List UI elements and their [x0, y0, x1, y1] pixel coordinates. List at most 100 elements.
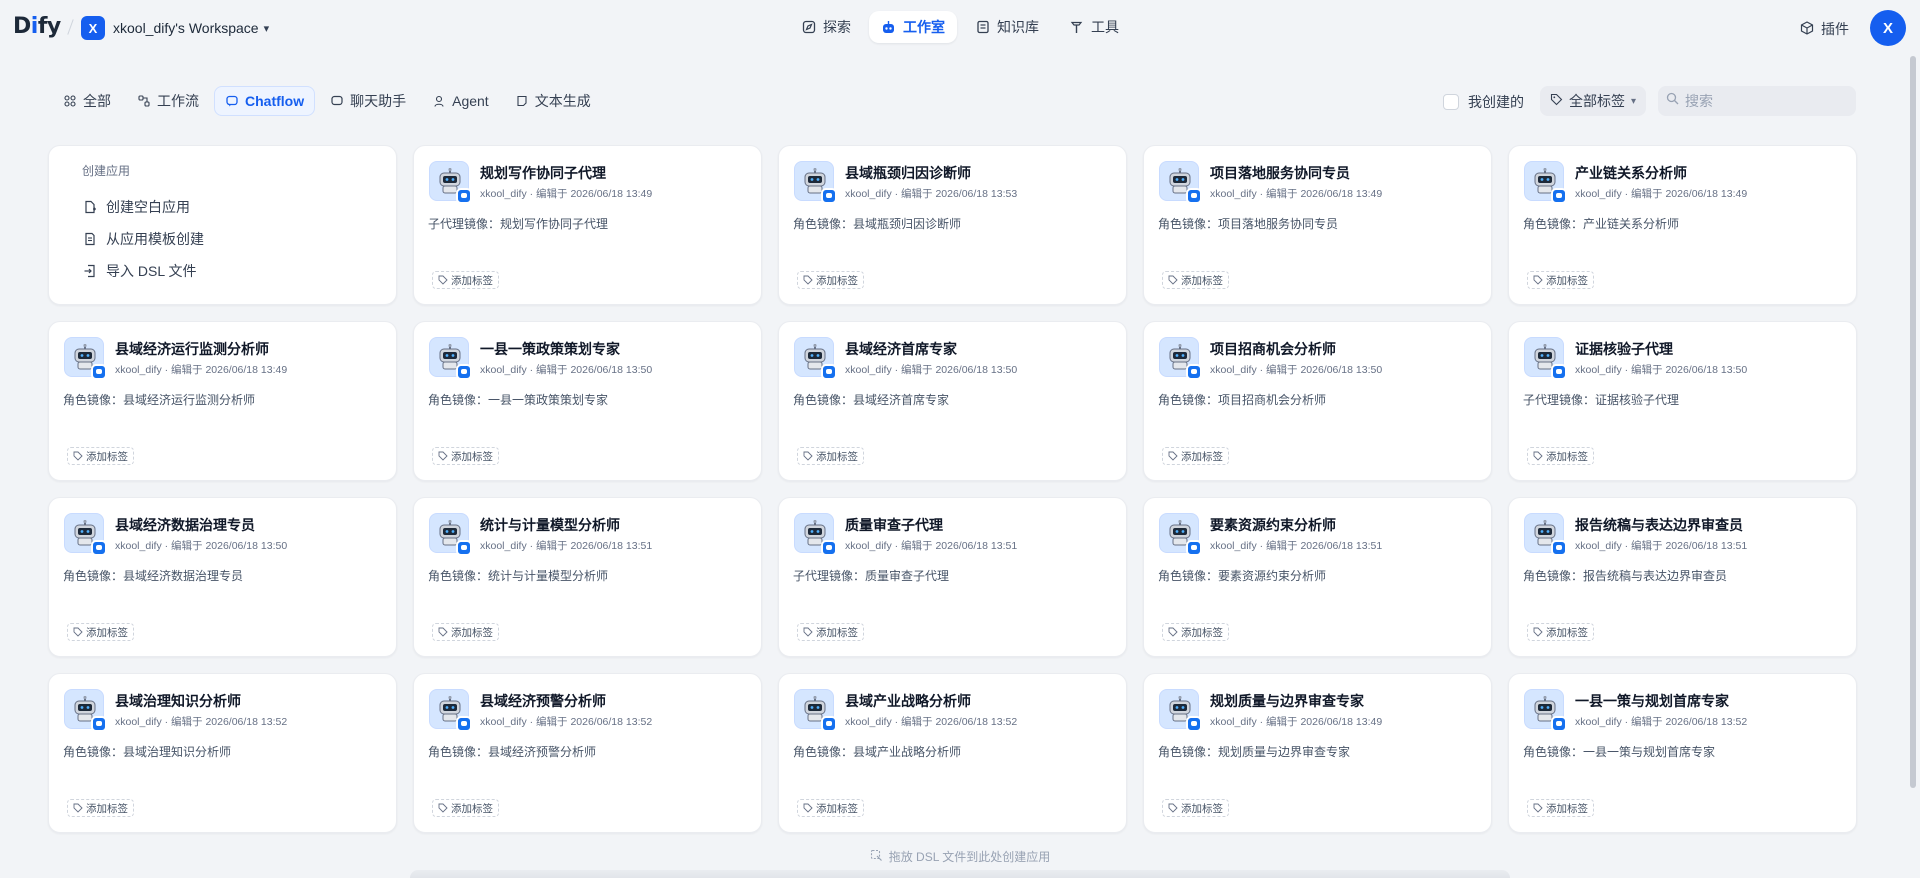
tag-icon	[438, 627, 448, 637]
workspace-switcher[interactable]: X xkool_dify's Workspace ▾	[81, 16, 269, 40]
app-name: 县域瓶颈归因诊断师	[845, 165, 971, 181]
chat-icon	[330, 94, 344, 108]
app-card[interactable]: 县域经济运行监测分析师 xkool_dify · 编辑于 2026/06/18 …	[48, 321, 397, 481]
filter-text-generation[interactable]: 文本生成	[504, 86, 602, 116]
add-tag-button[interactable]: 添加标签	[1527, 271, 1594, 289]
filter-workflow[interactable]: 工作流	[126, 86, 210, 116]
search-box[interactable]	[1658, 86, 1856, 116]
app-card[interactable]: 要素资源约束分析师 xkool_dify · 编辑于 2026/06/18 13…	[1143, 497, 1492, 657]
agent-icon	[432, 94, 446, 108]
app-icon	[794, 337, 837, 380]
tag-icon	[803, 803, 813, 813]
app-card[interactable]: 项目招商机会分析师 xkool_dify · 编辑于 2026/06/18 13…	[1143, 321, 1492, 481]
app-card[interactable]: 质量审查子代理 xkool_dify · 编辑于 2026/06/18 13:5…	[778, 497, 1127, 657]
nav-explore[interactable]: 探索	[789, 11, 863, 43]
create-blank-app-button[interactable]: 创建空白应用	[49, 191, 396, 223]
app-meta: xkool_dify · 编辑于 2026/06/18 13:49	[1575, 188, 1748, 200]
chatflow-badge-icon	[456, 364, 472, 380]
app-description: 角色镜像：县域经济首席专家	[793, 393, 950, 407]
page-scrollbar[interactable]	[1910, 56, 1916, 788]
app-description: 子代理镜像：规划写作协同子代理	[428, 217, 609, 231]
app-card[interactable]: 统计与计量模型分析师 xkool_dify · 编辑于 2026/06/18 1…	[413, 497, 762, 657]
created-by-me-toggle[interactable]: 我创建的	[1443, 92, 1524, 112]
add-tag-label: 添加标签	[451, 274, 493, 287]
add-tag-button[interactable]: 添加标签	[67, 447, 134, 465]
dify-logo[interactable]: Dify	[13, 14, 61, 39]
app-icon	[429, 513, 472, 556]
app-card[interactable]: 产业链关系分析师 xkool_dify · 编辑于 2026/06/18 13:…	[1508, 145, 1857, 305]
filter-label: 文本生成	[534, 93, 591, 109]
app-card[interactable]: 报告统稿与表达边界审查员 xkool_dify · 编辑于 2026/06/18…	[1508, 497, 1857, 657]
user-avatar[interactable]: X	[1870, 10, 1906, 46]
filter-chatflow[interactable]: Chatflow	[214, 86, 316, 116]
app-icon	[1524, 513, 1567, 556]
add-tag-label: 添加标签	[86, 626, 128, 639]
add-tag-button[interactable]: 添加标签	[432, 799, 499, 817]
import-dsl-button[interactable]: 导入 DSL 文件	[49, 255, 396, 287]
add-tag-button[interactable]: 添加标签	[1162, 447, 1229, 465]
nav-label: 工具	[1091, 19, 1119, 35]
filter-chat-assistant[interactable]: 聊天助手	[319, 86, 417, 116]
chatflow-badge-icon	[91, 540, 107, 556]
add-tag-button[interactable]: 添加标签	[67, 623, 134, 641]
add-tag-button[interactable]: 添加标签	[1162, 623, 1229, 641]
app-description: 角色镜像：产业链关系分析师	[1523, 217, 1680, 231]
app-card[interactable]: 县域经济数据治理专员 xkool_dify · 编辑于 2026/06/18 1…	[48, 497, 397, 657]
add-tag-button[interactable]: 添加标签	[67, 799, 134, 817]
nav-tools[interactable]: 工具	[1057, 11, 1131, 43]
app-meta: xkool_dify · 编辑于 2026/06/18 13:49	[115, 364, 288, 376]
add-tag-button[interactable]: 添加标签	[1527, 447, 1594, 465]
add-tag-label: 添加标签	[451, 626, 493, 639]
filter-all[interactable]: 全部	[52, 86, 122, 116]
chevron-down-icon: ▾	[263, 22, 270, 35]
plugins-button[interactable]: 插件	[1800, 19, 1849, 39]
add-tag-label: 添加标签	[816, 450, 858, 463]
add-tag-button[interactable]: 添加标签	[432, 271, 499, 289]
tag-icon	[803, 275, 813, 285]
add-tag-button[interactable]: 添加标签	[797, 271, 864, 289]
app-card[interactable]: 规划写作协同子代理 xkool_dify · 编辑于 2026/06/18 13…	[413, 145, 762, 305]
add-tag-button[interactable]: 添加标签	[797, 799, 864, 817]
add-tag-button[interactable]: 添加标签	[1162, 799, 1229, 817]
app-card[interactable]: 县域经济预警分析师 xkool_dify · 编辑于 2026/06/18 13…	[413, 673, 762, 833]
app-card[interactable]: 项目落地服务协同专员 xkool_dify · 编辑于 2026/06/18 1…	[1143, 145, 1492, 305]
app-card[interactable]: 县域经济首席专家 xkool_dify · 编辑于 2026/06/18 13:…	[778, 321, 1127, 481]
top-header: Dify X xkool_dify's Workspace ▾ 探索 工作室 知…	[0, 0, 1920, 56]
app-meta: xkool_dify · 编辑于 2026/06/18 13:50	[1575, 364, 1748, 376]
app-description: 角色镜像：统计与计量模型分析师	[428, 569, 609, 583]
add-tag-button[interactable]: 添加标签	[797, 447, 864, 465]
app-card[interactable]: 一县一策政策策划专家 xkool_dify · 编辑于 2026/06/18 1…	[413, 321, 762, 481]
add-tag-button[interactable]: 添加标签	[432, 623, 499, 641]
nav-studio[interactable]: 工作室	[869, 11, 957, 43]
create-from-template-button[interactable]: 从应用模板创建	[49, 223, 396, 255]
search-input[interactable]	[1685, 93, 1845, 109]
add-tag-label: 添加标签	[86, 802, 128, 815]
nav-label: 工作室	[903, 19, 945, 35]
app-name: 规划写作协同子代理	[480, 165, 606, 181]
app-meta: xkool_dify · 编辑于 2026/06/18 13:49	[480, 188, 653, 200]
app-name: 一县一策与规划首席专家	[1575, 693, 1729, 709]
app-card[interactable]: 县域产业战略分析师 xkool_dify · 编辑于 2026/06/18 13…	[778, 673, 1127, 833]
app-card[interactable]: 一县一策与规划首席专家 xkool_dify · 编辑于 2026/06/18 …	[1508, 673, 1857, 833]
app-card[interactable]: 县域治理知识分析师 xkool_dify · 编辑于 2026/06/18 13…	[48, 673, 397, 833]
app-icon	[429, 689, 472, 732]
app-card[interactable]: 县域瓶颈归因诊断师 xkool_dify · 编辑于 2026/06/18 13…	[778, 145, 1127, 305]
app-description: 角色镜像：县域经济数据治理专员	[63, 569, 244, 583]
filter-label: Agent	[452, 93, 489, 109]
tag-filter-select[interactable]: 全部标签 ▾	[1540, 86, 1647, 116]
workspace-avatar: X	[81, 16, 105, 40]
add-tag-button[interactable]: 添加标签	[1527, 799, 1594, 817]
app-card[interactable]: 证据核验子代理 xkool_dify · 编辑于 2026/06/18 13:5…	[1508, 321, 1857, 481]
created-by-me-checkbox[interactable]	[1443, 94, 1459, 110]
grid-icon	[63, 94, 77, 108]
tag-icon	[438, 451, 448, 461]
app-card[interactable]: 规划质量与边界审查专家 xkool_dify · 编辑于 2026/06/18 …	[1143, 673, 1492, 833]
add-tag-label: 添加标签	[451, 802, 493, 815]
add-tag-button[interactable]: 添加标签	[1527, 623, 1594, 641]
filter-agent[interactable]: Agent	[421, 86, 500, 116]
add-tag-button[interactable]: 添加标签	[432, 447, 499, 465]
add-tag-button[interactable]: 添加标签	[797, 623, 864, 641]
nav-knowledge[interactable]: 知识库	[963, 11, 1051, 43]
add-tag-button[interactable]: 添加标签	[1162, 271, 1229, 289]
app-meta: xkool_dify · 编辑于 2026/06/18 13:52	[115, 716, 288, 728]
